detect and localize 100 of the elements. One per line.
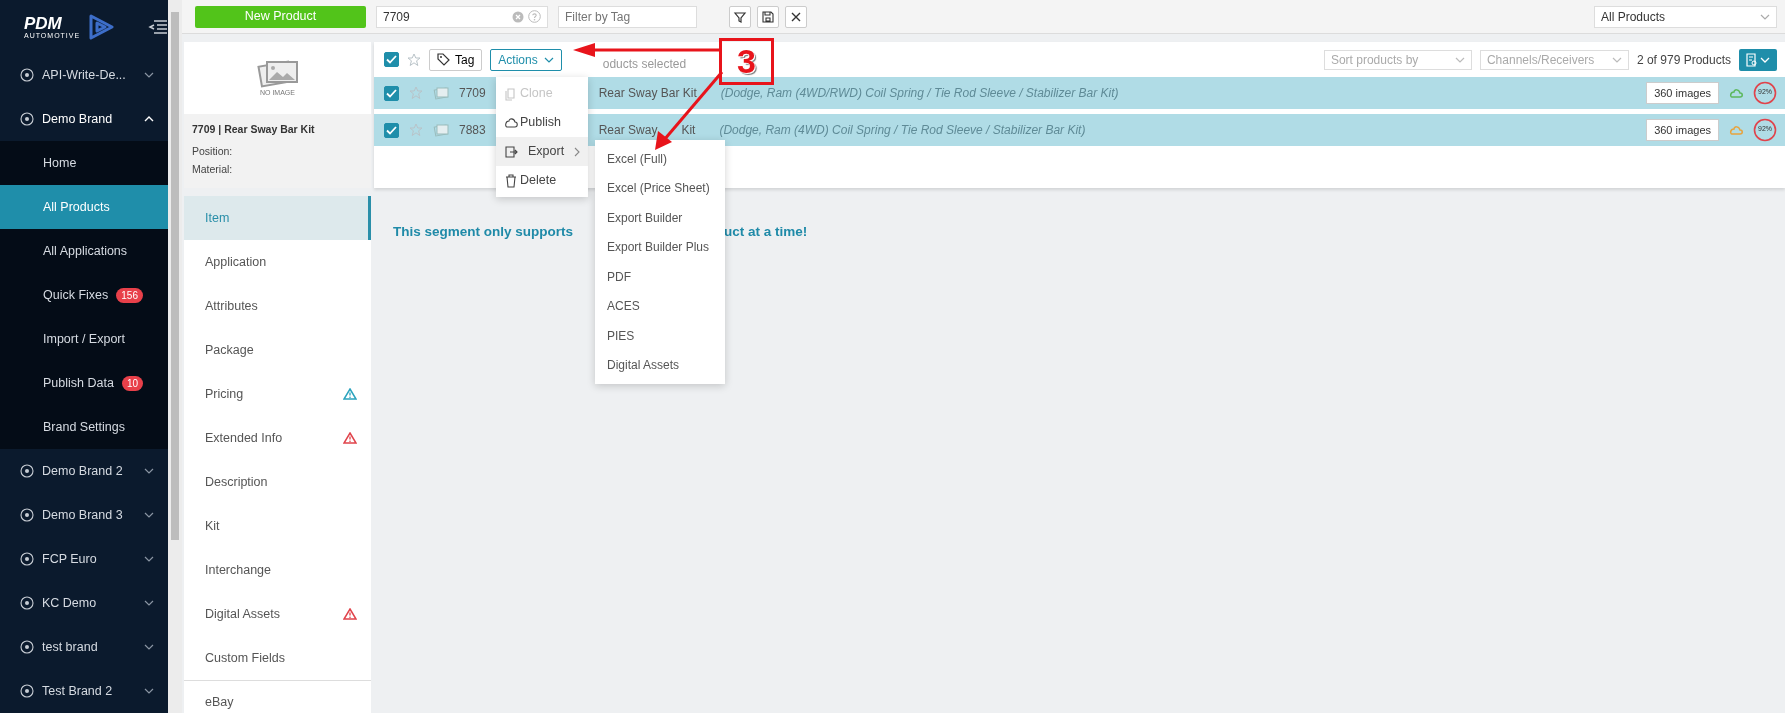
sidebar-item[interactable]: All Applications [0, 229, 168, 273]
segment-tab[interactable]: Kit [184, 504, 371, 548]
brand-menu-item[interactable]: Demo Brand [0, 97, 168, 141]
sidebar-item[interactable]: Import / Export [0, 317, 168, 361]
sidebar-item[interactable]: Brand Settings [0, 405, 168, 449]
save-icon [761, 9, 775, 24]
chevron-down-icon [144, 512, 154, 518]
view-button[interactable] [1739, 48, 1777, 71]
checkbox[interactable] [384, 85, 399, 101]
delete-icon [504, 173, 518, 188]
clear-icon[interactable] [512, 10, 524, 23]
score-ring [1753, 118, 1777, 142]
count-badge: 10 [121, 375, 143, 391]
sidebar-item[interactable]: Publish Data 10 [0, 361, 168, 405]
tag-filter-field[interactable]: Filter by Tag [565, 7, 690, 26]
logo-icon [88, 13, 115, 40]
sidebar-item[interactable]: Quick Fixes 156 [0, 273, 168, 317]
checkbox[interactable] [384, 122, 399, 138]
selection-text: oducts selected [602, 55, 687, 73]
chevron-down-icon [144, 556, 154, 562]
annotation-label: 3 [719, 38, 774, 85]
sidebar-item[interactable]: Home [0, 141, 168, 185]
brand-menu-item[interactable]: Demo Brand 2 [0, 449, 168, 493]
field-label: Material: [191, 161, 234, 177]
thumbnail-icon [433, 123, 449, 137]
product-name: Kit [681, 122, 696, 139]
brand-icon [20, 640, 34, 654]
menu-item[interactable]: Export Builder Plus [595, 232, 725, 262]
chevron-down-icon [144, 688, 154, 694]
document-search-icon [1746, 52, 1758, 67]
menu-item[interactable]: Excel (Full) [595, 144, 725, 174]
sidebar-item[interactable]: All Products [0, 185, 168, 229]
brand-icon [20, 464, 34, 478]
checkbox[interactable] [384, 52, 399, 67]
cloud-icon [1729, 88, 1743, 98]
brand-icon [20, 112, 34, 126]
scope-select[interactable]: All Products [1594, 5, 1777, 28]
filter-button[interactable] [729, 5, 751, 28]
brand-icon [20, 596, 34, 610]
warning-icon [343, 388, 357, 400]
menu-item[interactable]: PIES [595, 321, 725, 351]
segment-tab[interactable]: Description [184, 460, 371, 504]
search-box[interactable]: 7709 [376, 5, 548, 28]
field-label: Position: [191, 143, 234, 159]
star-icon[interactable] [409, 123, 423, 137]
segment-tab[interactable]: eBay [184, 680, 371, 713]
no-image-icon [256, 57, 299, 88]
brand-menu-item[interactable]: Test Brand 2 [0, 669, 168, 713]
message-text: This segment only supports [393, 223, 575, 241]
segment-tab[interactable]: Application [184, 240, 371, 284]
segment-tab[interactable]: Extended Info [184, 416, 371, 460]
count-badge: 156 [116, 287, 143, 303]
segment-tab[interactable]: Package [184, 328, 371, 372]
product-name: Rear Sway [598, 122, 658, 139]
tag-icon [437, 53, 450, 66]
chevron-down-icon [1760, 56, 1770, 63]
product-description: (Dodge, Ram (4WD) Coil Spring / Tie Rod Sleeve / Stabilizer Bar Kit) [719, 122, 1086, 139]
export-icon [504, 144, 518, 159]
part-number: 7883 [459, 122, 486, 139]
chevron-down-icon [1611, 56, 1622, 63]
segment-tab[interactable]: Custom Fields [184, 636, 371, 680]
warning-icon [343, 432, 357, 444]
brand-menu-item[interactable]: FCP Euro [0, 537, 168, 581]
tag-button[interactable]: Tag [429, 48, 483, 71]
menu-item[interactable]: Digital Assets [595, 350, 725, 380]
part-number: 7709 [459, 85, 486, 102]
message-text: uct at a time! [724, 223, 809, 241]
segment-tab[interactable]: Attributes [184, 284, 371, 328]
search-field[interactable]: 7709 [383, 7, 508, 26]
logo-text: PDM [24, 14, 63, 32]
filter-icon [733, 9, 747, 24]
image-count[interactable]: 360 images [1646, 81, 1719, 105]
menu-item[interactable]: Delete [496, 166, 588, 195]
close-button[interactable] [785, 5, 807, 28]
menu-item[interactable]: Export [496, 137, 588, 166]
brand-menu-item[interactable]: KC Demo [0, 581, 168, 625]
product-name: Rear Sway Bar Kit [598, 85, 697, 102]
publish-icon [504, 115, 518, 130]
segment-tab[interactable]: Pricing [184, 372, 371, 416]
segment-tab[interactable]: Digital Assets [184, 592, 371, 636]
menu-item[interactable]: PDF [595, 262, 725, 292]
star-icon[interactable] [409, 86, 423, 100]
product-title: 7709 | Rear Sway Bar Kit [191, 122, 316, 137]
menu-icon[interactable] [148, 18, 169, 35]
actions-button[interactable]: Actions [490, 48, 562, 71]
chevron-right-icon [574, 146, 580, 157]
brand-menu-item[interactable]: API-Write-De... [0, 53, 168, 97]
save-button[interactable] [757, 5, 779, 28]
clone-icon [504, 86, 518, 101]
scrollbar[interactable] [168, 0, 182, 713]
menu-item[interactable]: Excel (Price Sheet) [595, 173, 725, 203]
segment-tab[interactable]: Interchange [184, 548, 371, 592]
star-icon[interactable] [407, 52, 421, 67]
brand-menu-item[interactable]: test brand [0, 625, 168, 669]
image-count[interactable]: 360 images [1646, 118, 1719, 142]
menu-item[interactable]: ACES [595, 291, 725, 321]
tag-filter-box[interactable]: Filter by Tag [558, 5, 697, 28]
thumbnail-icon [433, 86, 449, 100]
brand-menu-item[interactable]: Demo Brand 3 [0, 493, 168, 537]
menu-item[interactable]: Export Builder [595, 203, 725, 233]
